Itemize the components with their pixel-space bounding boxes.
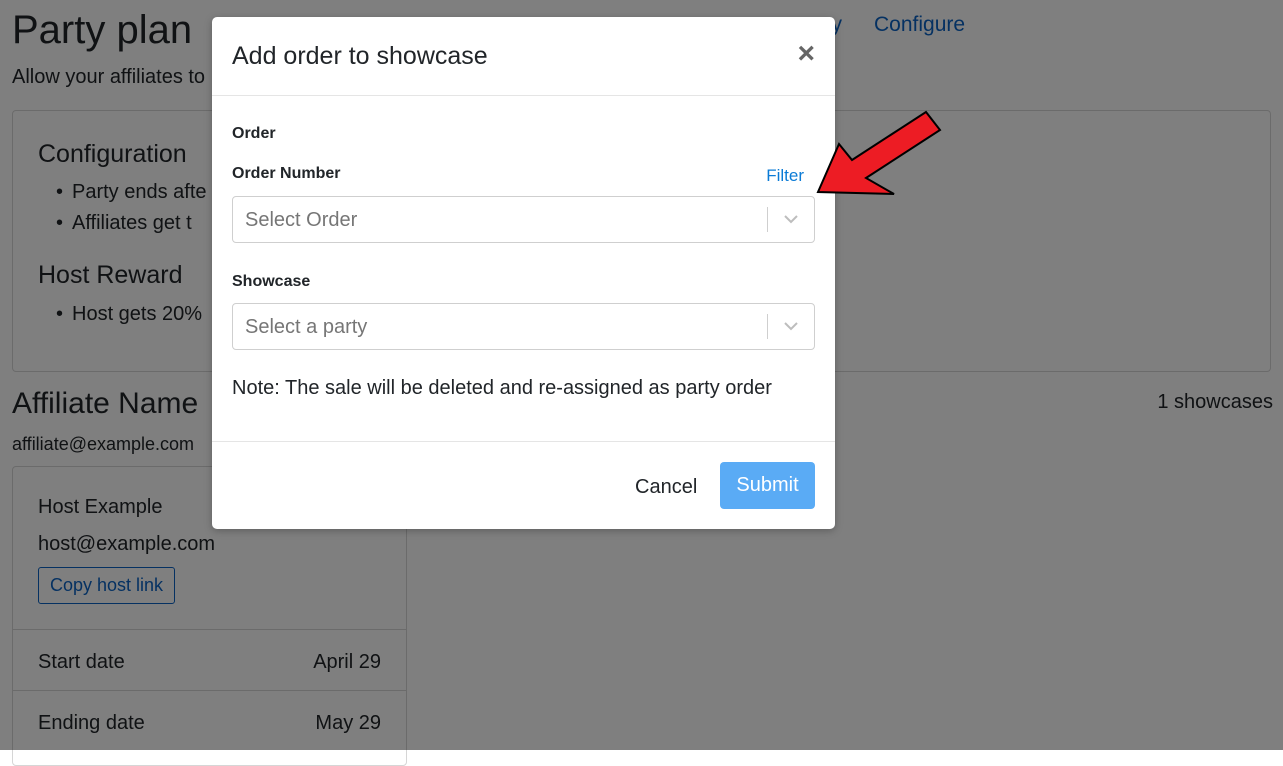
add-order-modal: Add order to showcase × Order Order Numb… bbox=[212, 17, 835, 529]
modal-footer: Cancel Submit bbox=[212, 441, 835, 530]
close-icon[interactable]: × bbox=[797, 39, 815, 69]
select-separator bbox=[767, 314, 768, 339]
showcase-label: Showcase bbox=[232, 273, 311, 290]
modal-header: Add order to showcase × bbox=[212, 17, 835, 96]
chevron-down-icon[interactable] bbox=[782, 210, 800, 228]
modal-title: Add order to showcase bbox=[232, 42, 488, 70]
order-select[interactable]: Select Order bbox=[232, 196, 815, 243]
order-number-label: Order Number bbox=[232, 165, 341, 182]
filter-link[interactable]: Filter bbox=[766, 166, 804, 186]
modal-note: Note: The sale will be deleted and re-as… bbox=[232, 377, 772, 399]
red-arrow-annotation bbox=[816, 110, 942, 195]
submit-button[interactable]: Submit bbox=[720, 462, 815, 509]
cancel-button[interactable]: Cancel bbox=[625, 464, 707, 511]
select-separator bbox=[767, 207, 768, 232]
order-select-placeholder: Select Order bbox=[245, 209, 358, 231]
order-section-label: Order bbox=[232, 125, 276, 142]
chevron-down-icon[interactable] bbox=[782, 317, 800, 335]
showcase-select[interactable]: Select a party bbox=[232, 303, 815, 350]
showcase-select-placeholder: Select a party bbox=[245, 316, 368, 338]
